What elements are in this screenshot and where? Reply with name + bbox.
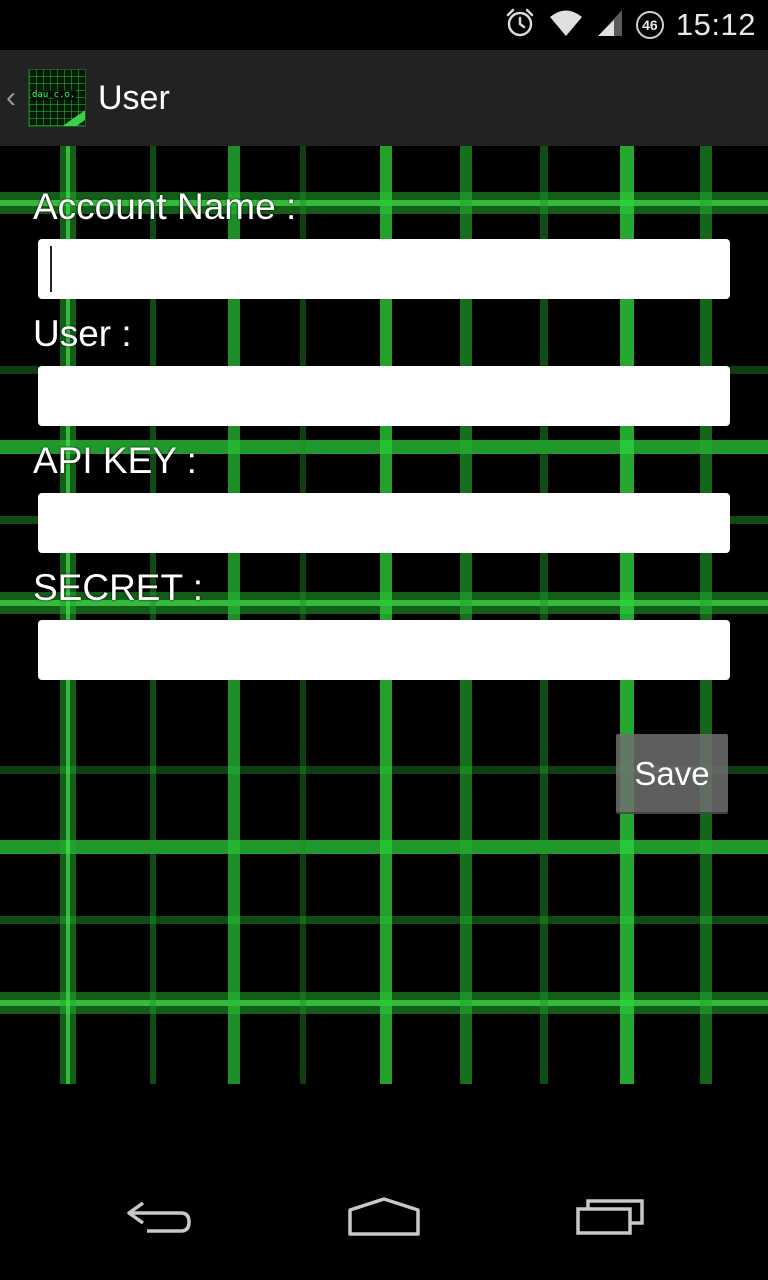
secret-input[interactable] bbox=[38, 620, 730, 680]
up-navigation-button[interactable]: ‹ dau_c.o. bbox=[0, 50, 86, 146]
action-bar: ‹ dau_c.o. User bbox=[0, 50, 768, 146]
app-logo-icon: dau_c.o. bbox=[28, 69, 86, 127]
signal-icon bbox=[596, 8, 624, 43]
save-button[interactable]: Save bbox=[616, 734, 728, 814]
alarm-icon bbox=[504, 7, 536, 44]
user-label: User : bbox=[33, 313, 132, 354]
account-name-label: Account Name : bbox=[33, 186, 297, 227]
user-input[interactable] bbox=[38, 366, 730, 426]
back-button[interactable] bbox=[110, 1184, 210, 1254]
wifi-icon bbox=[548, 8, 584, 43]
status-icons: 46 15:12 bbox=[504, 0, 756, 50]
status-time: 15:12 bbox=[675, 7, 756, 42]
navigation-bar bbox=[0, 1084, 768, 1280]
text-cursor bbox=[50, 246, 52, 292]
home-icon bbox=[346, 1196, 422, 1243]
page-title: User bbox=[98, 78, 170, 117]
account-name-input[interactable] bbox=[38, 239, 730, 299]
api-key-input[interactable] bbox=[38, 493, 730, 553]
home-button[interactable] bbox=[334, 1184, 434, 1254]
app-icon-text: dau_c.o. bbox=[31, 90, 77, 100]
api-key-label: API KEY : bbox=[33, 440, 197, 481]
app-icon-ribbon bbox=[63, 108, 85, 126]
content-area: Account Name : User : API KEY : SECRET :… bbox=[0, 146, 768, 1084]
network-badge: 46 bbox=[635, 11, 664, 39]
chevron-left-icon: ‹ bbox=[6, 81, 16, 114]
secret-label: SECRET : bbox=[33, 567, 203, 608]
screen: 46 15:12 ‹ dau_c.o. User Account Name : … bbox=[0, 0, 768, 1280]
back-icon bbox=[125, 1197, 195, 1242]
status-bar: 46 15:12 bbox=[0, 0, 768, 50]
recent-apps-icon bbox=[574, 1197, 646, 1242]
recent-apps-button[interactable] bbox=[560, 1184, 660, 1254]
